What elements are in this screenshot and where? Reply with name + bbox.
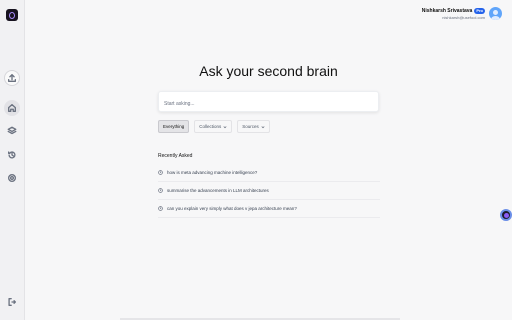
filter-bar: Everything Collections Sources: [158, 120, 270, 133]
history-icon: [7, 151, 16, 159]
user-profile[interactable]: Nishkarsh Srivastava Pro nishkarsh@usefo…: [422, 7, 502, 20]
list-item[interactable]: how is meta advancing machine intelligen…: [158, 164, 380, 182]
filter-everything-label: Everything: [163, 124, 185, 129]
filter-sources[interactable]: Sources: [237, 120, 270, 133]
sidebar-item-help[interactable]: [4, 170, 20, 186]
list-item-text: how is meta advancing machine intelligen…: [167, 170, 258, 175]
clock-icon: [158, 206, 163, 211]
clock-icon: [158, 170, 163, 175]
upload-button[interactable]: [4, 70, 20, 86]
help-icon: [8, 174, 16, 182]
user-email: nishkarsh@usefool.com: [442, 14, 485, 20]
sidebar-item-collections[interactable]: [4, 123, 20, 139]
logout-icon: [8, 298, 16, 306]
logout-button[interactable]: [4, 294, 20, 310]
filter-collections-label: Collections: [199, 124, 222, 129]
filter-everything[interactable]: Everything: [158, 120, 190, 133]
recently-asked-title: Recently Asked: [158, 153, 193, 159]
clock-icon: [158, 188, 163, 193]
sidebar-item-history[interactable]: [4, 147, 20, 163]
assistant-floating-button[interactable]: [500, 209, 512, 221]
filter-sources-label: Sources: [242, 124, 259, 129]
sidebar-item-home[interactable]: [4, 100, 20, 116]
search-input[interactable]: [159, 94, 378, 114]
user-info: Nishkarsh Srivastava Pro nishkarsh@usefo…: [421, 7, 485, 20]
filter-collections[interactable]: Collections: [194, 120, 233, 133]
user-name: Nishkarsh Srivastava: [421, 7, 473, 14]
list-item-text: can you explain very simply what does v …: [167, 206, 297, 211]
layers-icon: [7, 126, 17, 135]
search-box: [158, 91, 379, 114]
brain-logo[interactable]: [6, 9, 18, 21]
upload-icon: [7, 74, 16, 82]
plan-badge: Pro: [474, 7, 485, 14]
home-icon: [7, 104, 16, 112]
list-item[interactable]: summarise the advancements in LLM archit…: [158, 182, 380, 200]
sidebar: [0, 0, 25, 320]
chevron-down-icon: [261, 125, 265, 128]
list-item[interactable]: can you explain very simply what does v …: [158, 200, 380, 218]
page-title: Ask your second brain: [199, 63, 338, 79]
avatar[interactable]: [489, 7, 502, 20]
list-item-text: summarise the advancements in LLM archit…: [167, 188, 269, 193]
chevron-down-icon: [223, 125, 227, 128]
recently-asked: Recently Asked how is meta advancing mac…: [158, 153, 380, 218]
